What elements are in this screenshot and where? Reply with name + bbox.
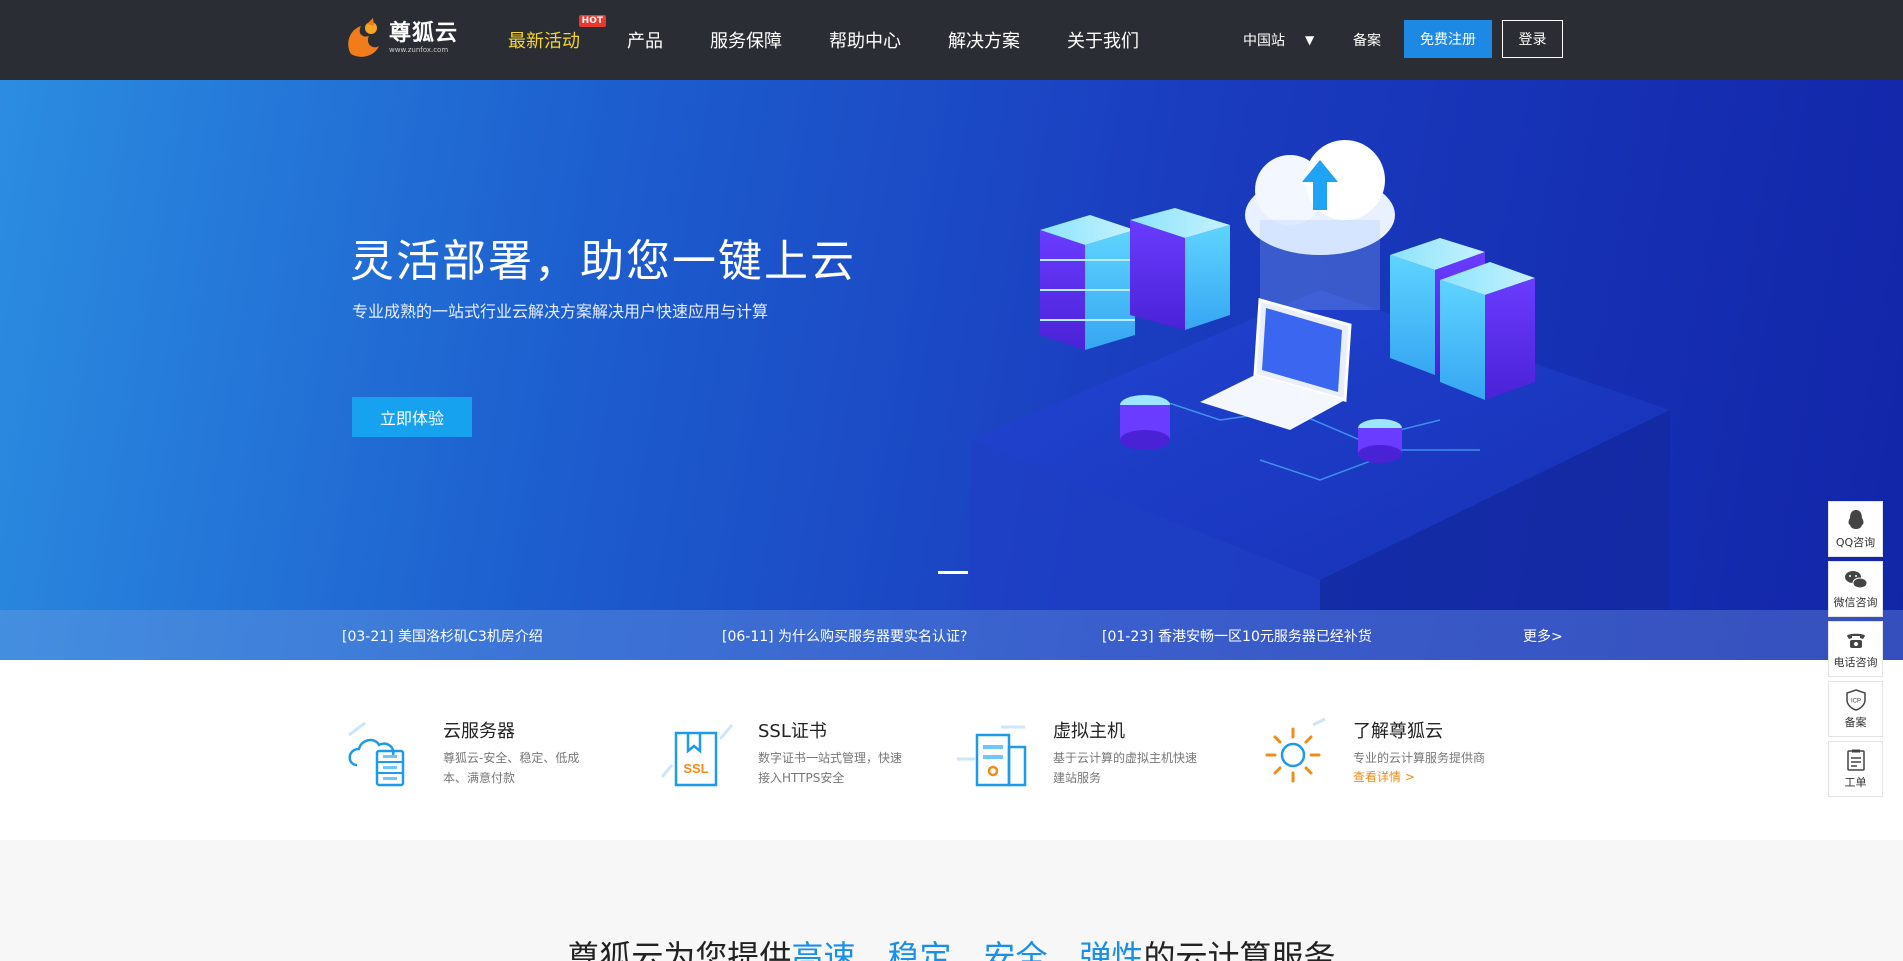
carousel-dot[interactable] <box>938 571 968 574</box>
top-header: 尊狐云 www.zunfox.com 最新活动 HOT 产品 服务保障 帮助中心… <box>0 0 1903 80</box>
icp-shield-icon: ICP <box>1845 689 1866 711</box>
region-select[interactable]: 中国站 ▼ <box>1243 30 1314 50</box>
svg-text:ICP: ICP <box>1850 699 1860 705</box>
main-nav: 最新活动 HOT 产品 服务保障 帮助中心 解决方案 关于我们 <box>508 0 1186 80</box>
heading-separator: 、 <box>951 938 984 961</box>
try-now-button[interactable]: 立即体验 <box>352 397 472 437</box>
sidebar-item-phone[interactable]: 电话咨询 <box>1828 621 1883 677</box>
sidebar-item-beian[interactable]: ICP 备案 <box>1828 681 1883 737</box>
logo-name: 尊狐云 <box>389 20 459 46</box>
heading-separator: 、 <box>855 938 888 961</box>
sidebar-item-qq[interactable]: QQ咨询 <box>1828 501 1883 557</box>
qq-icon <box>1848 510 1863 529</box>
feature-desc: 数字证书一站式管理，快速接入HTTPS安全 <box>758 751 903 785</box>
feature-title: 云服务器 <box>443 721 515 742</box>
hero-banner: 灵活部署，助您一键上云 专业成熟的一站式行业云解决方案解决用户快速应用与计算 立… <box>0 80 1903 660</box>
news-item[interactable]: [01-23] 香港安畅一区10元服务器已经补货 <box>1102 626 1372 646</box>
heading-highlight: 稳定 <box>887 938 952 961</box>
sidebar-item-label: QQ咨询 <box>1835 536 1876 549</box>
region-label: 中国站 <box>1243 33 1285 49</box>
ticket-icon <box>1846 749 1865 771</box>
login-button[interactable]: 登录 <box>1502 20 1563 58</box>
fox-logo-icon <box>348 18 379 57</box>
nav-item-label: 帮助中心 <box>829 31 901 52</box>
nav-item-label: 服务保障 <box>710 31 782 52</box>
svg-text:SSL: SSL <box>683 761 708 776</box>
logo-url: www.zunfox.com <box>389 46 449 54</box>
beian-link[interactable]: 备案 <box>1353 30 1381 50</box>
features-section: 云服务器 尊狐云-安全、稳定、低成本、满意付款 SSL SSL证书 数字证书一站… <box>0 660 1903 840</box>
sun-gear-icon <box>1265 717 1326 783</box>
sidebar-item-label: 备案 <box>1844 716 1867 729</box>
ssl-certificate-icon: SSL <box>660 724 734 787</box>
nav-item-label: 最新活动 <box>508 31 580 52</box>
heading-highlight: 安全 <box>983 938 1048 961</box>
nav-item-label: 解决方案 <box>948 31 1020 52</box>
feature-desc: 基于云计算的虚拟主机快速建站服务 <box>1053 751 1198 785</box>
services-section: 尊狐云为您提供高速、稳定、安全、弹性的云计算服务 <box>0 840 1903 961</box>
heading-suffix: 的云计算服务 <box>1143 938 1336 961</box>
feature-ssl[interactable]: SSL SSL证书 数字证书一站式管理，快速接入HTTPS安全 <box>658 715 908 795</box>
news-item[interactable]: [06-11] 为什么购买服务器要实名认证? <box>722 626 968 646</box>
feature-virtual-host[interactable]: 虚拟主机 基于云计算的虚拟主机快速建站服务 <box>953 715 1203 795</box>
sidebar-item-label: 微信咨询 <box>1833 596 1878 609</box>
nav-item-latest-activity[interactable]: 最新活动 HOT <box>508 15 606 53</box>
banner-title: 灵活部署，助您一键上云 <box>350 236 856 287</box>
heading-highlight: 高速 <box>791 938 856 961</box>
cloud-servers-illustration <box>970 140 1670 610</box>
news-item[interactable]: [03-21] 美国洛杉矶C3机房介绍 <box>342 626 543 646</box>
news-more-link[interactable]: 更多> <box>1523 626 1563 646</box>
nav-item-service[interactable]: 服务保障 <box>710 27 782 53</box>
news-ticker: [03-21] 美国洛杉矶C3机房介绍 [06-11] 为什么购买服务器要实名认… <box>0 610 1903 660</box>
phone-icon <box>1846 633 1865 648</box>
feature-desc: 专业的云计算服务提供商 <box>1353 751 1486 765</box>
feature-title: 了解尊狐云 <box>1353 721 1443 742</box>
heading-separator: 、 <box>1047 938 1080 961</box>
virtual-host-icon <box>957 725 1027 787</box>
nav-item-help[interactable]: 帮助中心 <box>829 27 901 53</box>
nav-item-about[interactable]: 关于我们 <box>1067 27 1139 53</box>
nav-item-solutions[interactable]: 解决方案 <box>948 27 1020 53</box>
feature-title: 虚拟主机 <box>1053 721 1125 742</box>
banner-subtitle: 专业成熟的一站式行业云解决方案解决用户快速应用与计算 <box>352 302 769 321</box>
caret-down-icon: ▼ <box>1305 33 1315 47</box>
register-button[interactable]: 免费注册 <box>1404 20 1492 58</box>
feature-about[interactable]: 了解尊狐云 专业的云计算服务提供商 查看详情 > <box>1253 715 1503 795</box>
sidebar-item-ticket[interactable]: 工单 <box>1828 741 1883 797</box>
wechat-icon <box>1844 571 1867 589</box>
sidebar-item-wechat[interactable]: 微信咨询 <box>1828 561 1883 617</box>
cloud-server-icon <box>348 721 405 787</box>
nav-item-label: 关于我们 <box>1067 31 1139 52</box>
feature-cloud-server[interactable]: 云服务器 尊狐云-安全、稳定、低成本、满意付款 <box>343 715 593 795</box>
feature-title: SSL证书 <box>758 721 827 742</box>
sidebar-item-label: 工单 <box>1844 776 1867 789</box>
feature-desc: 尊狐云-安全、稳定、低成本、满意付款 <box>443 751 580 785</box>
nav-item-label: 产品 <box>627 31 663 52</box>
nav-item-products[interactable]: 产品 <box>627 27 663 53</box>
sidebar-item-label: 电话咨询 <box>1833 656 1878 669</box>
hot-badge: HOT <box>578 15 606 27</box>
services-heading: 尊狐云为您提供高速、稳定、安全、弹性的云计算服务 <box>0 932 1903 961</box>
heading-prefix: 尊狐云为您提供 <box>567 938 792 961</box>
view-details-link[interactable]: 查看详情 > <box>1353 768 1503 785</box>
logo[interactable]: 尊狐云 www.zunfox.com <box>343 16 458 60</box>
heading-highlight: 弹性 <box>1079 938 1144 961</box>
side-toolbar: QQ咨询 微信咨询 电话咨询 ICP 备案 工单 <box>1828 501 1883 801</box>
